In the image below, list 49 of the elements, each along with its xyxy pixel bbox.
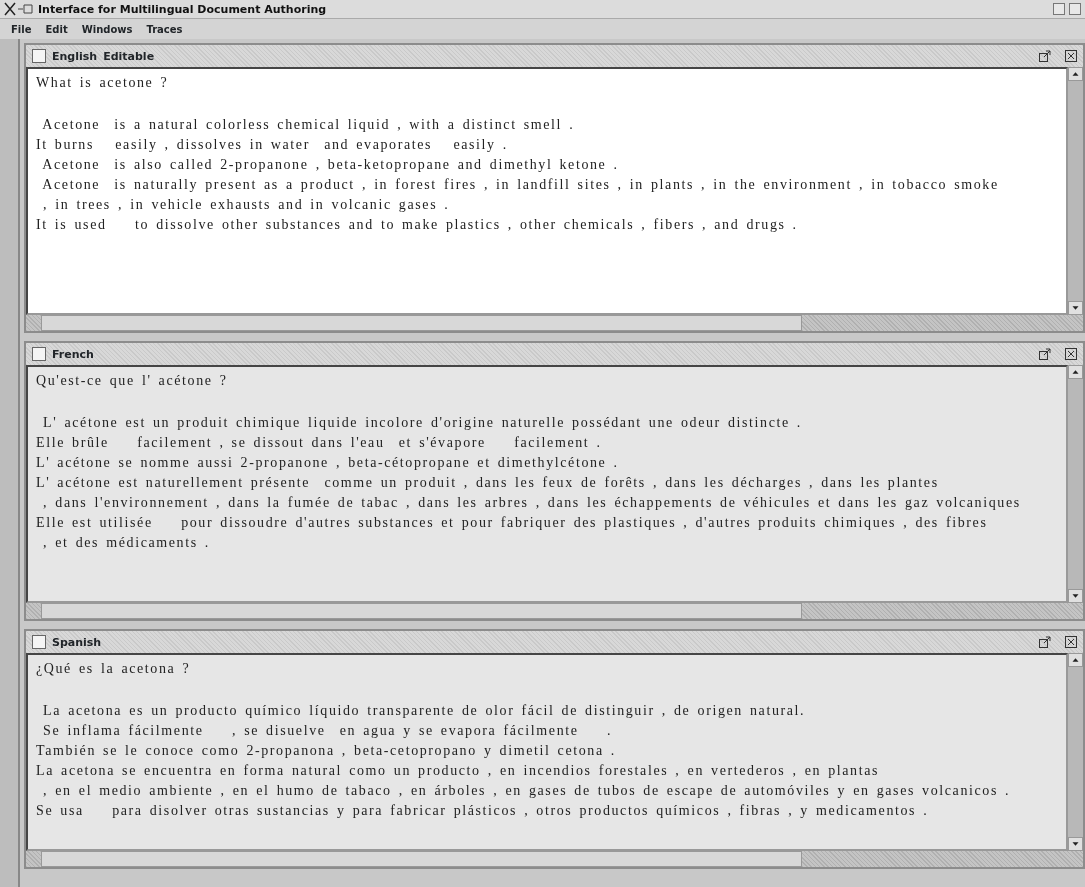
- horizontal-scrollbar[interactable]: [26, 851, 1083, 867]
- vertical-scrollbar[interactable]: [1068, 67, 1083, 315]
- close-icon[interactable]: [1065, 348, 1077, 360]
- menu-item[interactable]: File: [4, 23, 39, 35]
- panel-title: English: [52, 49, 98, 63]
- checkbox[interactable]: [32, 49, 46, 63]
- minimize-button[interactable]: [1053, 3, 1065, 15]
- text-line: , en el medio ambiente , en el humo de tabaco , en árboles , en gases de tubos de escape de automóviles y en gases volcanicos .: [42, 782, 1011, 800]
- text-line: L' acétone est un produit chimique liquide incolore d'origine naturelle possédant une odeur distincte .: [42, 414, 802, 432]
- vertical-scrollbar[interactable]: [1068, 365, 1083, 603]
- text-line: It burns easily , dissolves in water and evaporates easily .: [36, 136, 508, 154]
- close-icon[interactable]: [1065, 50, 1077, 62]
- text-line: Acetone is naturally present as a product , in forest fires , in landfill sites , in plants , in the environment , in tobacco smoke: [41, 176, 999, 194]
- horizontal-scrollbar[interactable]: [26, 603, 1083, 619]
- checkbox[interactable]: [32, 347, 46, 361]
- text-line: Elle est utilisée pour dissoudre d'autres substances et pour fabriquer des plastiques , d'autres produits chimiques , des fibres: [36, 514, 988, 532]
- detach-icon[interactable]: [1039, 348, 1051, 360]
- status-label: Editable: [103, 49, 155, 63]
- text-line: Se inflama fácilmente , se disuelve en agua y se evapora fácilmente .: [42, 722, 613, 740]
- menu-item[interactable]: Traces: [139, 23, 190, 35]
- text-line: La acetona se encuentra en forma natural como un producto , en incendios forestales , en vertederos , en plantas: [36, 762, 880, 780]
- text-line: , et des médicaments .: [42, 534, 210, 552]
- document-heading: ¿Qué es la acetona ?: [36, 660, 191, 678]
- checkbox[interactable]: [32, 635, 46, 649]
- panel-title: French: [52, 347, 94, 361]
- text-line: También se le conoce como 2-propanona , beta-cetopropano y dimetil cetona .: [36, 742, 616, 760]
- horizontal-scrollbar[interactable]: [26, 315, 1083, 331]
- window-title: Interface for Multilingual Document Authoring: [38, 2, 327, 16]
- document-heading: Qu'est-ce que l' acétone ?: [36, 372, 228, 390]
- menu-item[interactable]: Edit: [38, 23, 75, 35]
- text-line: Elle brûle facilement , se dissout dans l'eau et s'évapore facilement .: [36, 434, 602, 452]
- text-line: , in trees , in vehicle exhausts and in volcanic gases .: [42, 196, 450, 214]
- text-line: Acetone is a natural colorless chemical liquid , with a distinct smell .: [41, 116, 575, 134]
- text-line: La acetona es un producto químico líquido transparente de olor fácil de distinguir , de origen natural.: [42, 702, 806, 720]
- x-logo-icon: [4, 2, 34, 16]
- text-line: , dans l'environnement , dans la fumée de tabac , dans les arbres , dans les échappements de véhicules et dans les gaz volcaniques: [42, 494, 1021, 512]
- vertical-scrollbar[interactable]: [1068, 653, 1083, 851]
- panel-title: Spanish: [52, 635, 102, 649]
- close-icon[interactable]: [1065, 636, 1077, 648]
- detach-icon[interactable]: [1039, 50, 1051, 62]
- text-line: Acetone is also called 2-propanone , beta-ketopropane and dimethyl ketone .: [41, 156, 619, 174]
- text-line: It is used to dissolve other substances and to make plastics , other chemicals , fibers , and drugs .: [36, 216, 798, 234]
- text-line: L' acétone est naturellement présente comme un produit , dans les feux de forêts , dans les décharges , dans les plantes: [36, 474, 939, 492]
- text-line: Se usa para disolver otras sustancias y para fabricar plásticos , otros productos químicos , fibras , y medicamentos .: [36, 802, 929, 820]
- text-line: L' acétone se nomme aussi 2-propanone , beta-cétopropane et dimethylcétone .: [36, 454, 619, 472]
- menu-item[interactable]: Windows: [74, 23, 140, 35]
- maximize-button[interactable]: [1069, 3, 1081, 15]
- detach-icon[interactable]: [1039, 636, 1051, 648]
- document-heading: What is acetone ?: [36, 74, 169, 92]
